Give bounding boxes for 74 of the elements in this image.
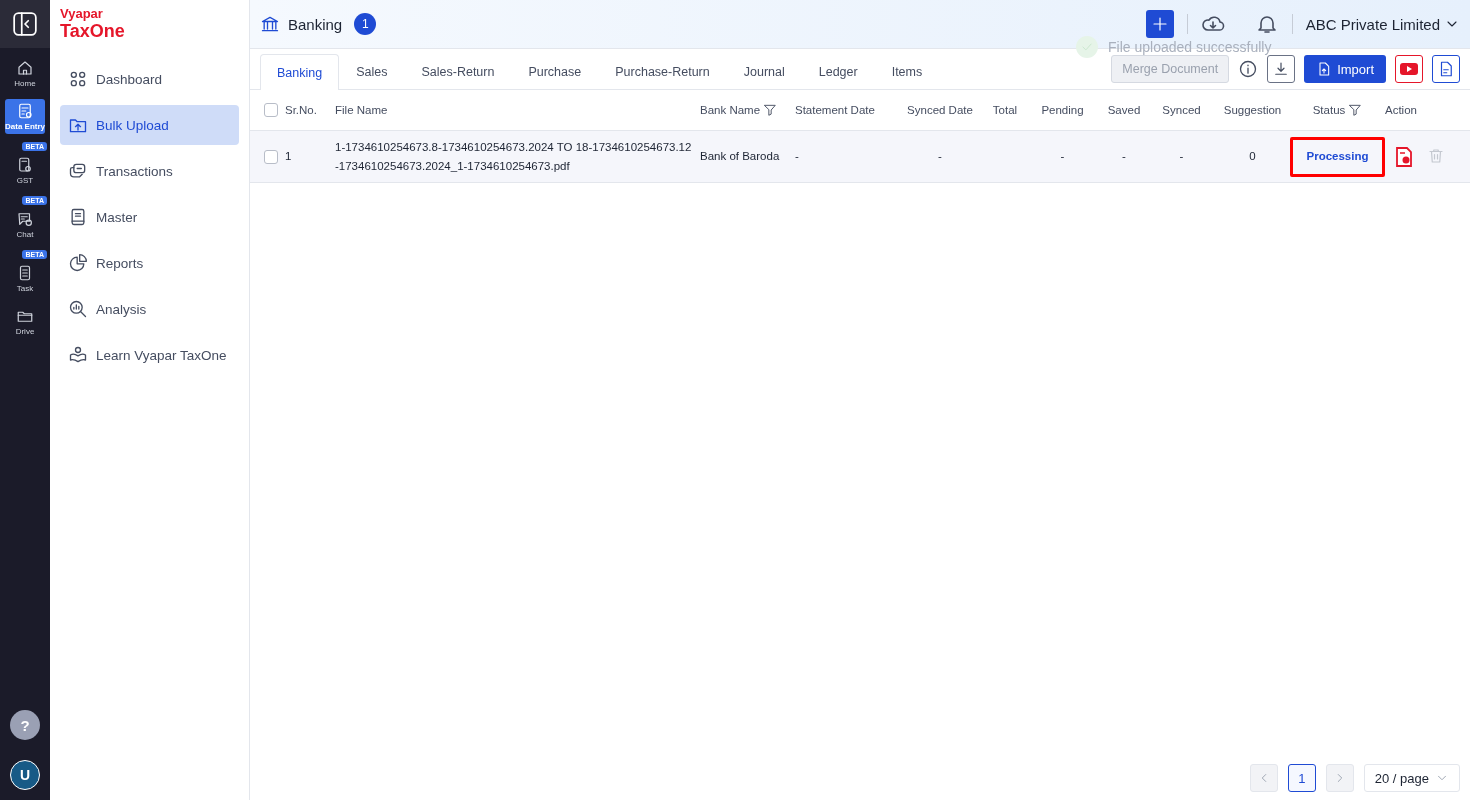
pdf-file-icon[interactable] xyxy=(1395,146,1413,167)
table-cell-text: 1 xyxy=(285,149,292,164)
row-checkbox[interactable] xyxy=(264,149,278,164)
column-header: Status xyxy=(1312,104,1346,116)
rail-item[interactable]: Drive xyxy=(5,304,45,339)
home-icon xyxy=(16,59,34,77)
user-avatar[interactable]: U xyxy=(10,760,40,790)
company-selector[interactable]: ABC Private Limited xyxy=(1305,15,1460,33)
document-gear-icon xyxy=(16,156,34,174)
document-button[interactable] xyxy=(1432,55,1460,83)
pie-chart-icon xyxy=(68,253,88,273)
page-title: Banking xyxy=(288,15,343,33)
column-header: Statement Date xyxy=(795,104,875,116)
table-cell-text: 0 xyxy=(1249,149,1256,164)
page-size-select[interactable]: 20 / page xyxy=(1363,764,1460,792)
sidebar-item[interactable]: Dashboard xyxy=(60,59,239,99)
brand-logo: Vyapar TaxOne xyxy=(59,5,126,43)
select-all-checkbox[interactable] xyxy=(264,103,278,117)
column-header: Suggestion xyxy=(1223,104,1282,116)
info-icon xyxy=(1238,59,1259,79)
learner-icon xyxy=(68,345,88,365)
download-button[interactable] xyxy=(1267,55,1296,83)
tab[interactable]: Ledger xyxy=(801,54,875,89)
add-button[interactable] xyxy=(1145,10,1174,38)
column-header: Total xyxy=(992,104,1018,116)
sidebar-item[interactable]: Master xyxy=(60,197,239,237)
column-header: Action xyxy=(1385,104,1417,116)
sidebar-item[interactable]: Analysis xyxy=(60,289,239,329)
tab[interactable]: Banking xyxy=(260,54,340,90)
table-cell-text: - xyxy=(938,149,942,164)
collapse-sidebar-icon xyxy=(12,11,38,37)
column-header: Saved xyxy=(1107,104,1141,116)
column-header: Synced xyxy=(1162,104,1201,116)
column-header: Sr.No. xyxy=(285,104,317,116)
tab[interactable]: Purchase xyxy=(511,54,599,89)
table-cell-text: - xyxy=(1060,149,1065,164)
table-cell-text: - xyxy=(1122,149,1126,164)
rail-item[interactable]: Task xyxy=(5,261,45,296)
rail-item[interactable]: Data Entry xyxy=(5,99,45,134)
play-icon xyxy=(1400,62,1418,76)
sidebar-item[interactable]: Learn Vyapar TaxOne xyxy=(60,335,239,375)
column-header: Pending xyxy=(1041,104,1084,116)
sidebar-item[interactable]: Reports xyxy=(60,243,239,283)
video-button[interactable] xyxy=(1395,55,1423,83)
toast-message: File uploaded successfully xyxy=(1108,39,1272,55)
grid-icon xyxy=(68,69,88,89)
sidebar-item[interactable]: Bulk Upload xyxy=(60,105,239,145)
table-cell-text: 1-1734610254673.8-1734610254673.2024 TO 18-1734610254673.12-1734610254673.2024_1-1734610254673.pdf xyxy=(335,139,692,174)
import-button[interactable]: Import xyxy=(1304,55,1386,83)
rail-item[interactable]: Chat xyxy=(5,207,45,242)
column-header: Synced Date xyxy=(907,104,973,116)
chat-clock-icon xyxy=(16,210,34,228)
tab[interactable]: Purchase-Return xyxy=(598,54,727,89)
tab[interactable]: Items xyxy=(874,54,940,89)
table-row[interactable]: 1 1-1734610254673.8-1734610254673.2024 TO 18-1734610254673.12-1734610254673.2024_1-1734610254673.pdf Bank of Baroda - - - - - 0 Processing xyxy=(250,131,1470,183)
page-button[interactable]: 1 xyxy=(1287,764,1316,792)
table-cell-text: - xyxy=(1179,149,1184,164)
form-icon xyxy=(16,102,34,120)
tab[interactable]: Sales-Return xyxy=(404,54,512,89)
table-cell-text: Bank of Baroda xyxy=(700,149,780,164)
column-header: File Name xyxy=(335,104,388,116)
sidebar-item[interactable]: Transactions xyxy=(60,151,239,191)
rail-item[interactable]: GST xyxy=(5,153,45,188)
magnifier-chart-icon xyxy=(68,299,88,319)
status-label: Processing xyxy=(1290,136,1385,177)
tab[interactable]: Sales xyxy=(339,54,405,89)
column-header: Bank Name xyxy=(700,104,761,116)
count-badge: 1 xyxy=(354,13,377,35)
cards-icon xyxy=(68,161,88,181)
rail-item[interactable]: Home xyxy=(5,56,45,91)
delete-icon xyxy=(1427,146,1445,165)
table-cell-text: - xyxy=(795,149,799,164)
bank-icon xyxy=(260,14,280,34)
tab[interactable]: Journal xyxy=(726,54,802,89)
